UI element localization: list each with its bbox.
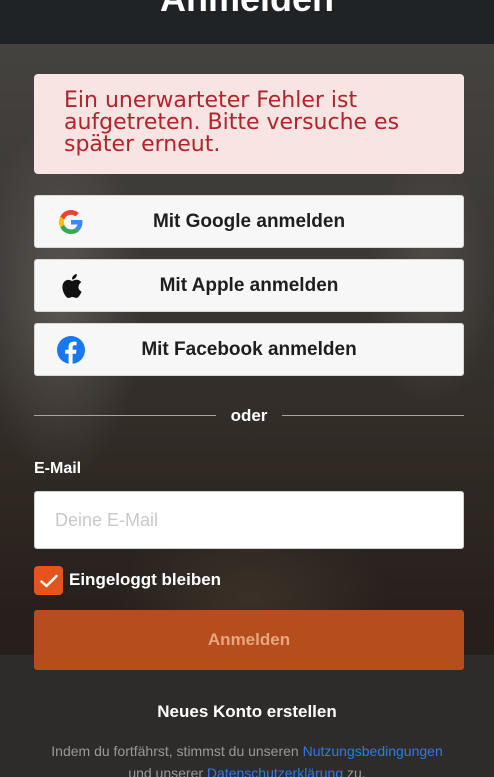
facebook-icon: [57, 336, 85, 364]
divider-text: oder: [230, 406, 268, 425]
terms-middle: und unserer: [128, 765, 207, 777]
terms-suffix: zu.: [343, 765, 366, 777]
email-input[interactable]: [34, 491, 464, 549]
checkmark-icon: [39, 574, 58, 587]
header-bar: Anmelden: [0, 0, 494, 44]
or-divider: oder: [34, 405, 464, 427]
error-message: Ein unerwarteter Fehler ist aufgetreten.…: [64, 88, 400, 157]
divider-line-right: [282, 415, 464, 416]
error-alert: Ein unerwarteter Fehler ist aufgetreten.…: [34, 74, 464, 174]
remember-me-checkbox[interactable]: [34, 566, 63, 595]
create-account-link[interactable]: Neues Konto erstellen: [0, 702, 494, 722]
apple-login-label: Mit Apple anmelden: [159, 274, 339, 296]
remember-me-label[interactable]: Eingeloggt bleiben: [69, 570, 221, 590]
terms-link[interactable]: Nutzungsbedingungen: [303, 743, 443, 759]
terms-prefix: Indem du fortfährst, stimmst du unseren: [51, 743, 303, 759]
facebook-login-label: Mit Facebook anmelden: [141, 338, 357, 360]
terms-notice: Indem du fortfährst, stimmst du unseren …: [0, 740, 494, 777]
apple-login-button[interactable]: Mit Apple anmelden: [34, 259, 464, 312]
google-icon: [57, 208, 85, 236]
privacy-link[interactable]: Datenschutzerklärung: [207, 765, 343, 777]
google-login-label: Mit Google anmelden: [152, 210, 346, 232]
login-submit-button[interactable]: Anmelden: [34, 610, 464, 670]
apple-icon: [57, 272, 85, 300]
facebook-login-button[interactable]: Mit Facebook anmelden: [34, 323, 464, 376]
google-login-button[interactable]: Mit Google anmelden: [34, 195, 464, 248]
email-label: E-Mail: [34, 460, 82, 477]
page-title: Anmelden: [0, 0, 494, 20]
